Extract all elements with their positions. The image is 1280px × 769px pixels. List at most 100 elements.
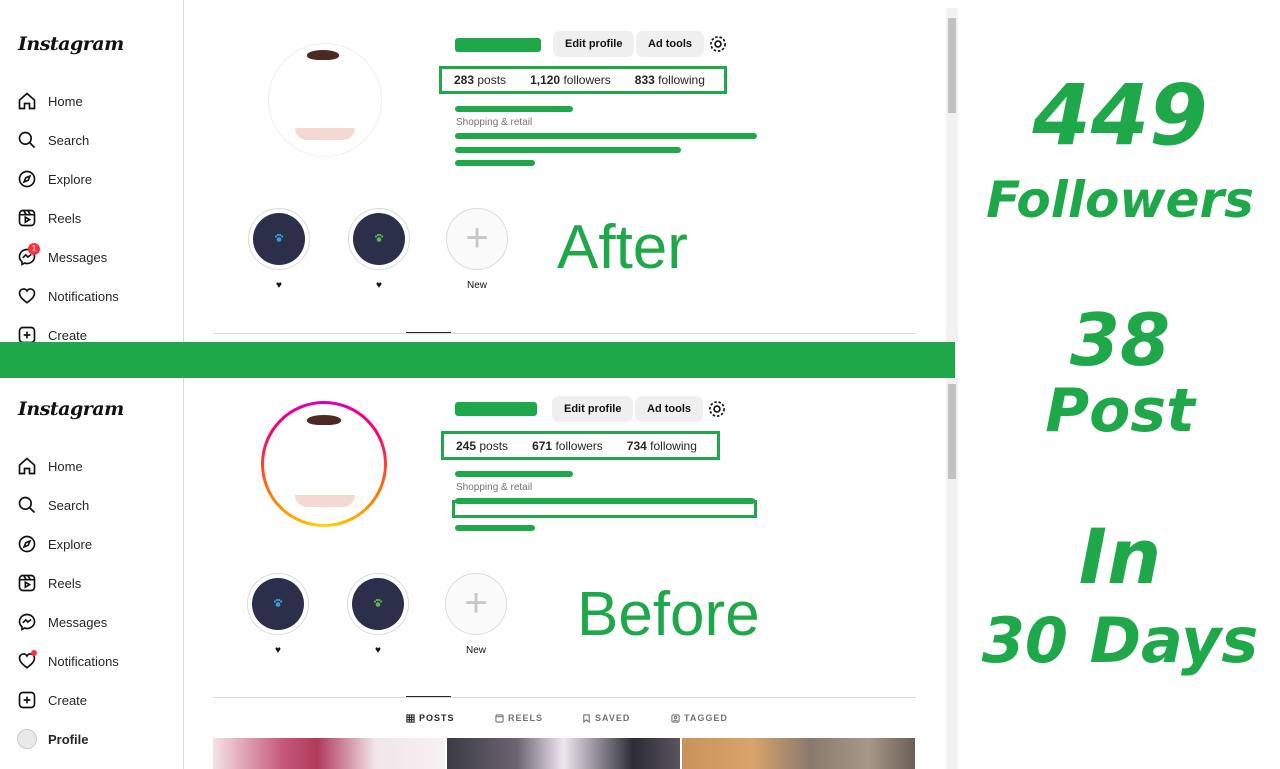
reels-icon	[495, 713, 504, 723]
post-thumbnail[interactable]	[682, 738, 915, 769]
tab-saved[interactable]: SAVED	[582, 713, 630, 723]
paw-icon	[274, 233, 284, 242]
ad-tools-button[interactable]: Ad tools	[635, 396, 703, 422]
nav-search[interactable]: Search	[16, 491, 89, 519]
paw-icon	[374, 233, 384, 242]
nav-notifications[interactable]: Notifications	[16, 282, 119, 310]
nav-search[interactable]: Search	[16, 126, 89, 154]
bookmark-icon	[583, 713, 590, 723]
highlight-cover	[253, 213, 305, 265]
gear-icon[interactable]	[707, 399, 727, 419]
profile-avatar[interactable]	[268, 43, 382, 157]
nav-home[interactable]: Home	[16, 452, 83, 480]
following-stat[interactable]: 833 following	[635, 73, 705, 87]
new-highlight-label: New	[466, 280, 487, 291]
nav-messages-label: Messages	[48, 249, 108, 265]
avatar-photo-bottom	[295, 495, 355, 507]
messenger-icon	[16, 611, 38, 633]
reels-icon	[16, 572, 38, 594]
post-thumbnail[interactable]	[447, 738, 680, 769]
bio-link-redacted[interactable]	[455, 160, 535, 166]
scrollbar-thumb[interactable]	[948, 384, 956, 479]
tab-posts[interactable]: POSTS	[406, 713, 455, 723]
profile-stats: 283 posts 1,120 followers 833 following	[439, 66, 727, 94]
avatar-photo-top	[307, 415, 341, 425]
avatar-photo-bottom	[295, 128, 355, 140]
gear-icon[interactable]	[708, 34, 728, 54]
bio-link-redacted[interactable]	[455, 525, 535, 531]
posts-stat[interactable]: 283 posts	[454, 73, 506, 87]
following-count: 833	[634, 73, 655, 87]
nav-explore[interactable]: Explore	[16, 165, 92, 193]
story-highlight[interactable]	[348, 208, 410, 270]
following-count: 734	[626, 438, 647, 453]
nav-create-label: Create	[48, 692, 88, 708]
highlight-label: ♥	[275, 645, 281, 656]
nav-notifications[interactable]: Notifications	[16, 647, 119, 675]
heart-icon	[16, 650, 38, 672]
tag-user-icon	[671, 713, 680, 723]
username-redacted	[455, 38, 541, 52]
nav-reels[interactable]: Reels	[16, 569, 81, 597]
nav-home[interactable]: Home	[16, 87, 83, 115]
edit-profile-button[interactable]: Edit profile	[553, 31, 635, 57]
nav-reels[interactable]: Reels	[16, 204, 81, 232]
story-highlight[interactable]	[247, 573, 309, 635]
tabs-divider	[213, 333, 916, 334]
followers-label: followers	[555, 438, 603, 453]
instagram-logo[interactable]: Instagram	[18, 398, 124, 420]
post-thumbnail[interactable]	[213, 738, 445, 769]
highlight-cover	[252, 578, 304, 630]
instagram-logo[interactable]: Instagram	[18, 33, 124, 55]
nav-search-label: Search	[48, 497, 90, 513]
edit-profile-button[interactable]: Edit profile	[552, 396, 634, 422]
promo-in-word: In	[1078, 512, 1162, 601]
tab-tagged[interactable]: TAGGED	[671, 713, 728, 723]
story-ring[interactable]	[261, 401, 387, 527]
posts-stat[interactable]: 245 posts	[456, 439, 508, 453]
story-highlight[interactable]	[248, 208, 310, 270]
following-stat[interactable]: 734 following	[627, 439, 697, 453]
compass-icon	[16, 533, 38, 555]
profile-stats: 245 posts 671 followers 734 following	[441, 431, 720, 460]
nav-explore[interactable]: Explore	[16, 530, 92, 558]
messages-badge: 1	[28, 243, 40, 255]
nav-messages-label: Messages	[48, 614, 108, 630]
tabs-divider	[213, 697, 916, 698]
profile-avatar	[264, 404, 384, 524]
active-tab-indicator	[406, 332, 451, 333]
nav-home-label: Home	[48, 93, 83, 109]
nav-profile[interactable]: Profile	[16, 725, 88, 753]
bio-highlight-box	[452, 500, 757, 518]
nav-messages[interactable]: 1 Messages	[16, 243, 107, 271]
tab-reels[interactable]: REELS	[495, 713, 543, 723]
after-label: After	[557, 213, 688, 282]
tab-saved-label: SAVED	[595, 713, 631, 723]
followers-stat[interactable]: 671 followers	[532, 439, 603, 453]
bio-name-redacted	[455, 106, 573, 112]
sidebar: Instagram Home Search Explore Reels 1 Me…	[0, 0, 184, 342]
nav-home-label: Home	[48, 458, 83, 474]
bio-name-redacted	[455, 471, 573, 477]
home-icon	[16, 455, 38, 477]
scrollbar-thumb[interactable]	[948, 18, 956, 113]
nav-create-label: Create	[48, 327, 88, 343]
followers-stat[interactable]: 1,120 followers	[530, 73, 611, 87]
ad-tools-button[interactable]: Ad tools	[636, 31, 704, 57]
nav-create[interactable]: Create	[16, 686, 87, 714]
new-highlight-button[interactable]: +	[445, 573, 507, 635]
highlight-cover	[353, 213, 405, 265]
nav-messages[interactable]: Messages	[16, 608, 107, 636]
posts-count: 283	[454, 73, 475, 87]
highlight-label: ♥	[375, 645, 381, 656]
new-highlight-button[interactable]: +	[446, 208, 508, 270]
nav-notifications-label: Notifications	[48, 288, 119, 304]
promo-days: 30 Days	[981, 604, 1259, 677]
grid-icon	[406, 713, 415, 723]
story-highlight[interactable]	[347, 573, 409, 635]
posts-label: posts	[477, 73, 507, 87]
tab-reels-label: REELS	[508, 713, 544, 723]
promo-post-word: Post	[1045, 376, 1195, 446]
nav-reels-label: Reels	[48, 210, 82, 226]
nav-create[interactable]: Create	[16, 321, 87, 342]
